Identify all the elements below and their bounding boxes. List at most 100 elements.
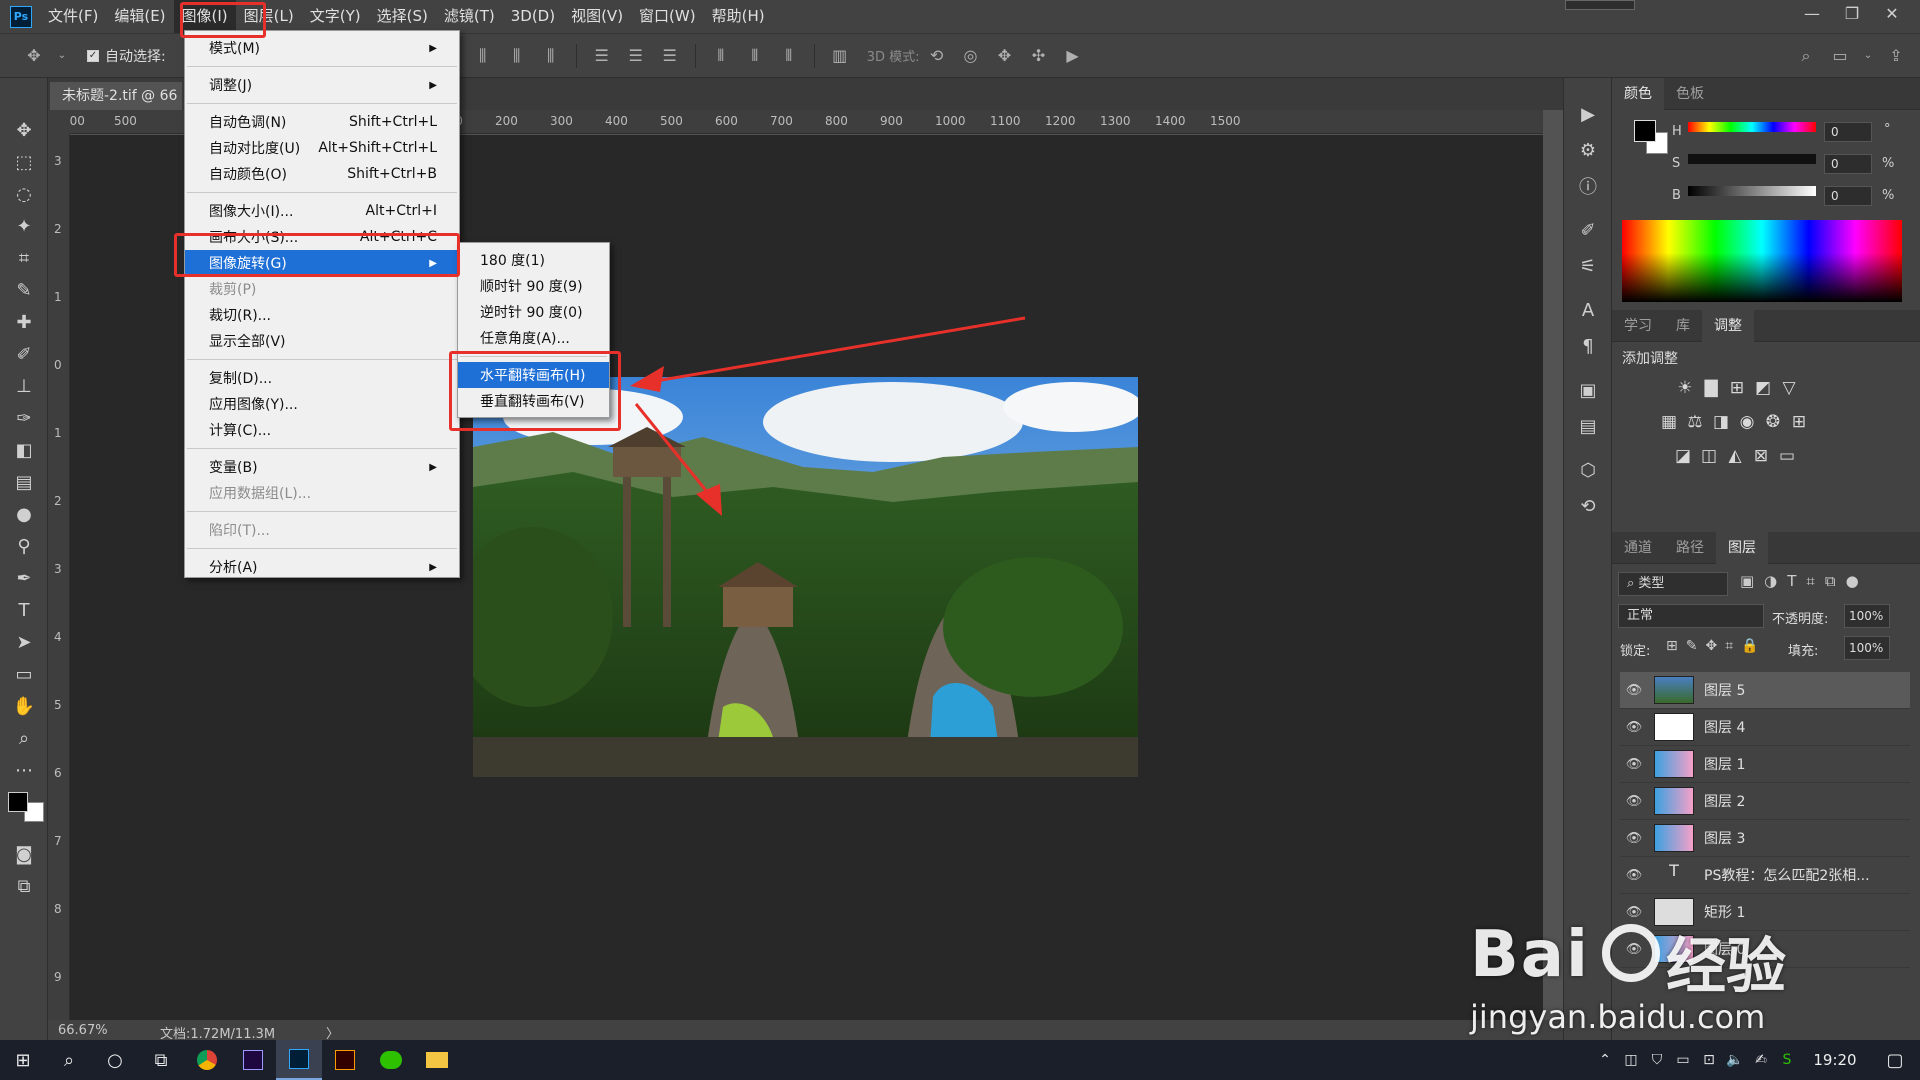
- tab-paths[interactable]: 路径: [1664, 532, 1716, 564]
- visibility-eye-icon[interactable]: 👁: [1620, 720, 1648, 735]
- wechat-icon[interactable]: [368, 1040, 414, 1080]
- brightness-unit: %: [1882, 188, 1895, 203]
- visibility-eye-icon[interactable]: 👁: [1620, 683, 1648, 698]
- watermark-url: jingyan.baidu.com: [1470, 998, 1766, 1036]
- pen-icon[interactable]: ✍: [1748, 1040, 1774, 1080]
- input-method-icon[interactable]: S: [1774, 1040, 1800, 1080]
- hue-saturation-icon[interactable]: ▦: [1656, 410, 1682, 434]
- shield-icon[interactable]: ⛉: [1644, 1040, 1670, 1080]
- tray-app-icon[interactable]: ◫: [1618, 1040, 1644, 1080]
- layer-name: PS教程：怎么匹配2张相...: [1704, 868, 1870, 884]
- color-spectrum[interactable]: [1622, 220, 1902, 302]
- invert-icon[interactable]: ◪: [1670, 444, 1696, 468]
- photoshop-taskbar-icon[interactable]: [276, 1040, 322, 1080]
- layer-filter-select[interactable]: ⌕ 类型: [1618, 572, 1728, 596]
- color-balance-icon[interactable]: ⚖: [1682, 410, 1708, 434]
- layer-thumbnail: [1654, 824, 1694, 852]
- 3d-icon[interactable]: ⬡: [1564, 452, 1612, 488]
- adjustments-panel-tabs: 学习 库 调整: [1612, 309, 1920, 342]
- search-icon[interactable]: ⌕: [46, 1040, 92, 1080]
- character-icon[interactable]: A: [1564, 292, 1612, 328]
- cortana-icon[interactable]: ○: [92, 1040, 138, 1080]
- brush-settings-icon[interactable]: ⚟: [1564, 248, 1612, 284]
- layer-row[interactable]: 👁 图层 5: [1620, 672, 1910, 709]
- fill-input[interactable]: 100%: [1844, 636, 1890, 660]
- tab-layers[interactable]: 图层: [1716, 531, 1768, 564]
- battery-icon[interactable]: ▭: [1670, 1040, 1696, 1080]
- paragraph-styles-icon[interactable]: ▤: [1564, 408, 1612, 444]
- layer-thumbnail: [1654, 750, 1694, 778]
- strip-gap: [1564, 364, 1611, 372]
- layer-row[interactable]: 👁 图层 4: [1620, 709, 1910, 746]
- clock[interactable]: 19:20: [1800, 1051, 1870, 1069]
- file-explorer-icon[interactable]: [414, 1040, 460, 1080]
- tab-channels[interactable]: 通道: [1612, 532, 1664, 564]
- brightness-slider[interactable]: [1688, 186, 1816, 196]
- volume-icon[interactable]: 🔈: [1722, 1040, 1748, 1080]
- curves-icon[interactable]: ⊞: [1724, 376, 1750, 400]
- lock-icons[interactable]: ⊞✎✥⌗🔒: [1666, 638, 1767, 654]
- chrome-icon[interactable]: [184, 1040, 230, 1080]
- foreground-color-chip[interactable]: [1634, 120, 1656, 142]
- vibrance-icon[interactable]: ▽: [1776, 376, 1802, 400]
- visibility-eye-icon[interactable]: 👁: [1620, 831, 1648, 846]
- channel-mixer-icon[interactable]: ❂: [1760, 410, 1786, 434]
- tab-color[interactable]: 颜色: [1612, 77, 1664, 110]
- posterize-icon[interactable]: ◫: [1696, 444, 1722, 468]
- black-white-icon[interactable]: ◨: [1708, 410, 1734, 434]
- layer-filter-icons[interactable]: ▣◑T⌗⧉●: [1740, 572, 1869, 590]
- character-styles-icon[interactable]: ▣: [1564, 372, 1612, 408]
- opacity-label: 不透明度:: [1772, 612, 1829, 627]
- illustrator-icon[interactable]: [322, 1040, 368, 1080]
- info-icon[interactable]: ⓘ: [1564, 168, 1612, 204]
- task-view-icon[interactable]: ⧉: [138, 1040, 184, 1080]
- properties-icon[interactable]: ⚙: [1564, 132, 1612, 168]
- tab-libraries[interactable]: 库: [1664, 310, 1702, 342]
- brightness-value[interactable]: 0: [1824, 186, 1872, 206]
- hue-unit: °: [1884, 122, 1891, 137]
- layer-row[interactable]: 👁 图层 1: [1620, 746, 1910, 783]
- visibility-eye-icon[interactable]: 👁: [1620, 868, 1648, 883]
- blend-mode-select[interactable]: 正常: [1618, 604, 1764, 628]
- photo-filter-icon[interactable]: ◉: [1734, 410, 1760, 434]
- saturation-value[interactable]: 0: [1824, 154, 1872, 174]
- color-panel-tabs: 颜色 色板: [1612, 77, 1920, 110]
- hue-slider[interactable]: [1688, 122, 1816, 132]
- layer-row[interactable]: 👁 图层 3: [1620, 820, 1910, 857]
- fill-label: 填充:: [1788, 644, 1819, 659]
- opacity-input[interactable]: 100%: [1844, 604, 1890, 628]
- after-effects-icon[interactable]: [230, 1040, 276, 1080]
- layer-thumbnail: [1654, 676, 1694, 704]
- visibility-eye-icon[interactable]: 👁: [1620, 794, 1648, 809]
- threshold-icon[interactable]: ◭: [1722, 444, 1748, 468]
- gradient-map-icon[interactable]: ▭: [1774, 444, 1800, 468]
- watermark-brand: Bai: [1470, 918, 1590, 992]
- windows-start-icon[interactable]: ⊞: [0, 1040, 46, 1080]
- tray-chevron-icon[interactable]: ⌃: [1592, 1040, 1618, 1080]
- selective-color-icon[interactable]: ⊠: [1748, 444, 1774, 468]
- saturation-slider[interactable]: [1688, 154, 1816, 164]
- levels-icon[interactable]: ▇: [1698, 376, 1724, 400]
- tab-learn[interactable]: 学习: [1612, 310, 1664, 342]
- hue-label: H: [1672, 124, 1682, 139]
- brushes-icon[interactable]: ✐: [1564, 212, 1612, 248]
- exposure-icon[interactable]: ◩: [1750, 376, 1776, 400]
- actions-play-icon[interactable]: ▶: [1564, 96, 1612, 132]
- layer-filter-label: 类型: [1638, 576, 1665, 591]
- color-panel: H 0 ° S 0 % B 0 %: [1612, 110, 1920, 310]
- tab-adjustments[interactable]: 调整: [1702, 309, 1754, 342]
- layer-row[interactable]: 👁 图层 2: [1620, 783, 1910, 820]
- notifications-icon[interactable]: ▢: [1870, 1040, 1920, 1080]
- paragraph-icon[interactable]: ¶: [1564, 328, 1612, 364]
- network-icon[interactable]: ⊡: [1696, 1040, 1722, 1080]
- strip-gap: [1564, 444, 1611, 452]
- history-icon[interactable]: ⟲: [1564, 488, 1612, 524]
- tab-swatches[interactable]: 色板: [1664, 78, 1716, 110]
- visibility-eye-icon[interactable]: 👁: [1620, 757, 1648, 772]
- layer-row[interactable]: 👁 T PS教程：怎么匹配2张相...: [1620, 857, 1910, 894]
- color-lookup-icon[interactable]: ⊞: [1786, 410, 1812, 434]
- lock-label: 锁定:: [1620, 644, 1651, 659]
- hue-value[interactable]: 0: [1824, 122, 1872, 142]
- brightness-contrast-icon[interactable]: ☀: [1672, 376, 1698, 400]
- saturation-label: S: [1672, 156, 1681, 171]
